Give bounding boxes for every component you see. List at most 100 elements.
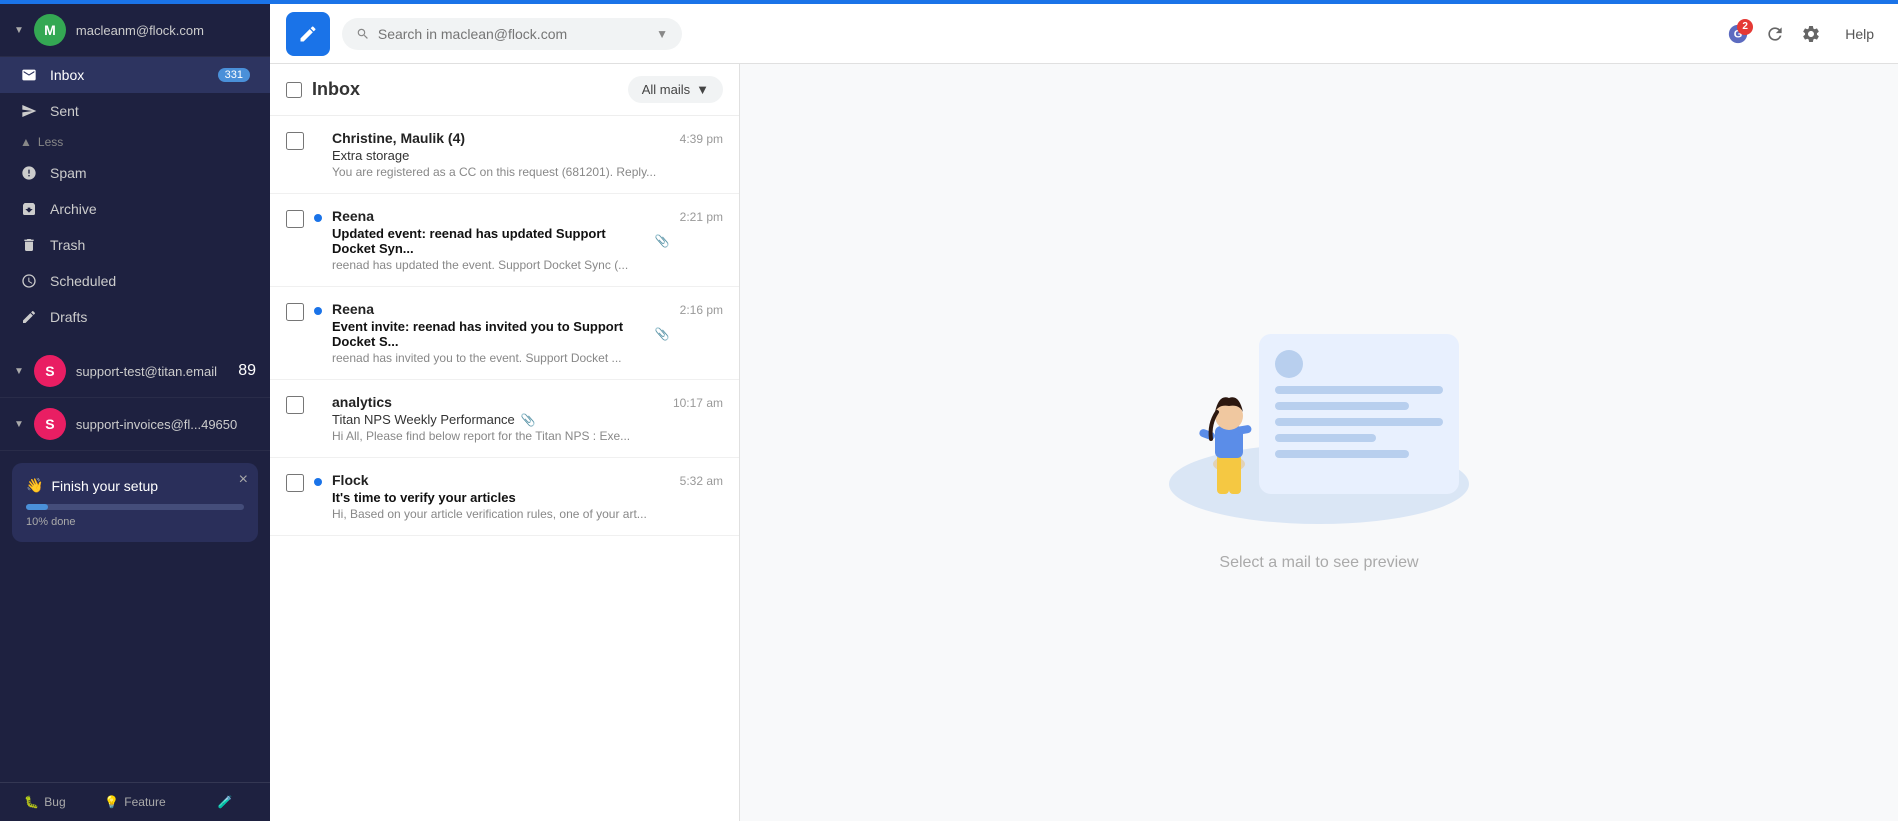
sidebar-item-archive[interactable]: Archive [0,191,270,227]
avatar-maclean: M [34,14,66,46]
feature-tab[interactable]: 💡 Feature [90,783,180,821]
notifications-button[interactable]: G 2 [1727,23,1749,45]
account-maclean[interactable]: ▼ M macleanm@flock.com [0,4,270,57]
preview-select-label: Select a mail to see preview [1219,554,1418,572]
spam-label: Spam [50,165,87,181]
scheduled-label: Scheduled [50,273,116,289]
illus-card [1259,334,1459,494]
trash-icon [20,236,38,254]
email-subject: Extra storage [332,148,670,163]
less-section[interactable]: ▲ Less [0,129,270,155]
email-row[interactable]: Reena Updated event: reenad has updated … [270,194,739,287]
sent-label: Sent [50,103,79,119]
sidebar-item-trash[interactable]: Trash [0,227,270,263]
email-sender: analytics [332,394,663,410]
preview-illustration: Select a mail to see preview [1159,314,1479,572]
progress-bar-fill [26,504,48,510]
account-support-invoices[interactable]: ▼ S support-invoices@fl...49650 [0,398,270,451]
unread-indicator [314,478,322,486]
email-checkbox[interactable] [286,303,304,321]
archive-label: Archive [50,201,97,217]
email-body: Reena Updated event: reenad has updated … [332,208,670,272]
bug-label: Bug [44,795,65,809]
sidebar-item-scheduled[interactable]: Scheduled [0,263,270,299]
illustration-container [1159,314,1479,534]
email-checkbox[interactable] [286,474,304,492]
account-support-test[interactable]: ▼ S support-test@titan.email 89 [0,345,270,398]
email-preview: You are registered as a CC on this reque… [332,165,670,179]
search-bar: ▼ [342,18,682,50]
feature-label: Feature [124,795,165,809]
sidebar-item-spam[interactable]: Spam [0,155,270,191]
illus-line [1275,450,1409,458]
filter-button[interactable]: All mails ▼ [628,76,723,103]
email-row[interactable]: Flock It's time to verify your articles … [270,458,739,536]
bug-icon: 🐛 [24,795,39,809]
email-row[interactable]: Reena Event invite: reenad has invited y… [270,287,739,380]
inbox-badge: 331 [218,68,250,82]
search-input[interactable] [378,26,648,42]
illus-avatar [1275,350,1303,378]
sidebar-item-drafts[interactable]: Drafts [0,299,270,335]
attachment-icon: 📎 [655,327,670,341]
email-body: Christine, Maulik (4) Extra storage You … [332,130,670,179]
search-dropdown-button[interactable]: ▼ [656,27,668,41]
illus-line [1275,386,1443,394]
filter-label: All mails [642,82,690,97]
email-time: 2:16 pm [680,301,723,317]
email-body: analytics Titan NPS Weekly Performance 📎… [332,394,663,443]
help-button[interactable]: Help [1837,22,1882,46]
unread-indicator [314,214,322,222]
email-time: 5:32 am [680,472,723,488]
settings-button[interactable] [1801,24,1821,44]
account-email-support-test: support-test@titan.email [76,364,228,379]
main-layout: ▼ M macleanm@flock.com Inbox 331 Sent ▲ … [0,4,1898,821]
email-sender: Reena [332,301,670,317]
email-checkbox[interactable] [286,210,304,228]
account-email-support-invoices: support-invoices@fl...49650 [76,417,256,432]
attachment-icon: 📎 [521,413,536,427]
compose-button[interactable] [286,12,330,56]
email-checkbox[interactable] [286,132,304,150]
scheduled-icon [20,272,38,290]
email-body: Flock It's time to verify your articles … [332,472,670,521]
email-checkbox[interactable] [286,396,304,414]
inbox-title: Inbox [312,79,618,100]
sidebar-item-sent[interactable]: Sent [0,93,270,129]
avatar-support-invoices: S [34,408,66,440]
illus-figure [1189,384,1269,514]
setup-title: 👋 Finish your setup [26,477,244,494]
email-subject: Event invite: reenad has invited you to … [332,319,670,349]
email-sender: Flock [332,472,670,488]
email-row[interactable]: analytics Titan NPS Weekly Performance 📎… [270,380,739,458]
drafts-label: Drafts [50,309,87,325]
topbar-right: G 2 Help [1727,22,1882,46]
email-time: 4:39 pm [680,130,723,146]
email-subject: It's time to verify your articles [332,490,670,505]
email-time: 10:17 am [673,394,723,410]
email-rows: Christine, Maulik (4) Extra storage You … [270,116,739,821]
refresh-button[interactable] [1765,24,1785,44]
email-body: Reena Event invite: reenad has invited y… [332,301,670,365]
setup-card: × 👋 Finish your setup 10% done [12,463,258,542]
lab-icon: 🧪 [218,795,233,809]
bottom-tabs: 🐛 Bug 💡 Feature 🧪 [0,782,270,821]
sidebar-item-inbox[interactable]: Inbox 331 [0,57,270,93]
email-row[interactable]: Christine, Maulik (4) Extra storage You … [270,116,739,194]
chevron-down-icon-3: ▼ [14,419,24,430]
select-all-checkbox[interactable] [286,82,302,98]
email-preview: Hi All, Please find below report for the… [332,429,663,443]
account-email-maclean: macleanm@flock.com [76,23,256,38]
drafts-icon [20,308,38,326]
feature-icon: 💡 [104,795,119,809]
email-preview: Hi, Based on your article verification r… [332,507,670,521]
support-test-badge: 89 [238,362,256,380]
filter-chevron-icon: ▼ [696,82,709,97]
setup-card-close-button[interactable]: × [239,471,248,489]
lab-tab[interactable]: 🧪 [180,783,270,821]
less-label: Less [38,135,63,149]
email-list-header: Inbox All mails ▼ [270,64,739,116]
progress-label: 10% done [26,516,244,528]
bug-tab[interactable]: 🐛 Bug [0,783,90,821]
notifications-badge: 2 [1737,19,1753,35]
